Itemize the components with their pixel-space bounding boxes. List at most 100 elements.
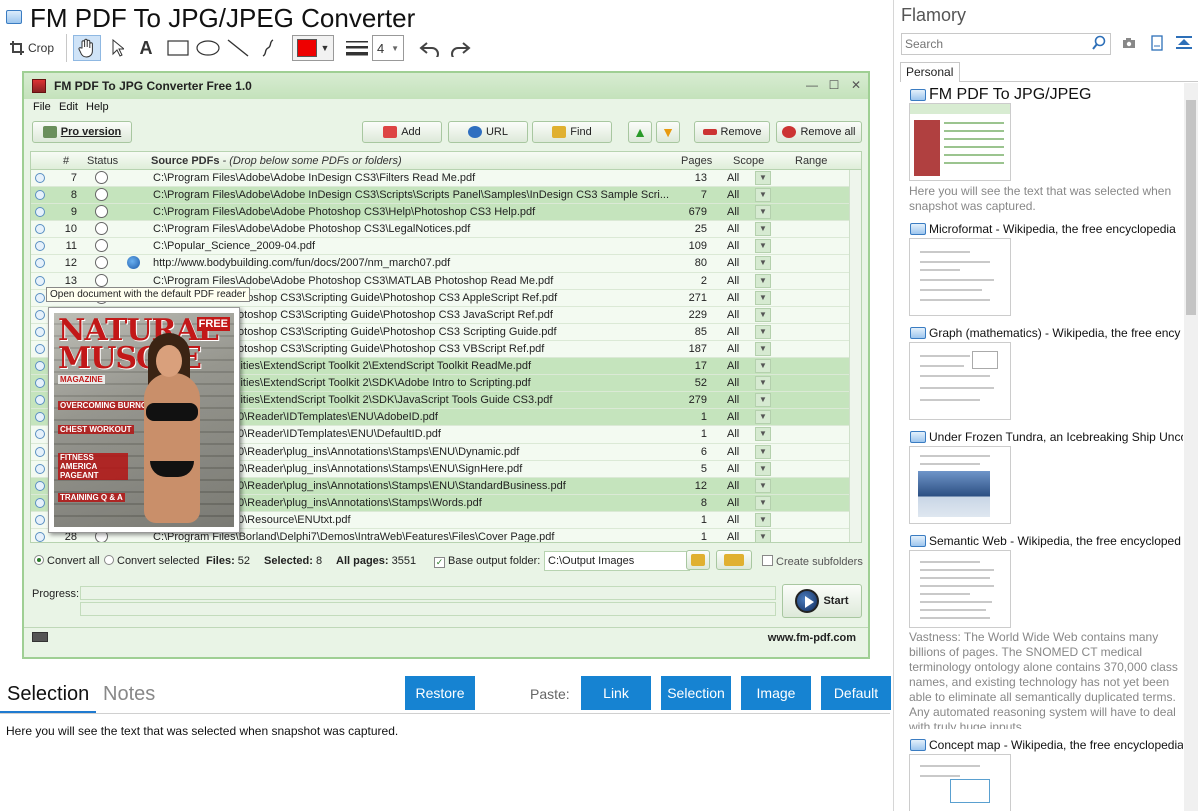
history-entry-title[interactable]: Under Frozen Tundra, an Icebreaking Ship… bbox=[929, 430, 1183, 444]
magnifier-icon[interactable] bbox=[35, 497, 45, 508]
hand-tool-button[interactable] bbox=[73, 35, 101, 61]
base-output-checkbox[interactable]: ✓ Base output folder: bbox=[434, 555, 540, 568]
magnifier-icon[interactable] bbox=[35, 190, 45, 201]
magnifier-icon[interactable] bbox=[35, 207, 45, 218]
chevron-down-icon[interactable]: ▼ bbox=[755, 512, 771, 527]
magnifier-icon[interactable] bbox=[35, 429, 45, 440]
convert-all-radio[interactable]: Convert all bbox=[34, 555, 100, 567]
menu-edit[interactable]: Edit bbox=[59, 101, 78, 113]
history-entry-title[interactable]: Semantic Web - Wikipedia, the free encyc… bbox=[929, 534, 1183, 548]
magnifier-icon[interactable] bbox=[35, 463, 45, 474]
scrollbar-thumb[interactable] bbox=[1186, 100, 1196, 315]
table-row[interactable]: 11 C:\Popular_Science_2009-04.pdf 109 All ▼ bbox=[31, 238, 849, 256]
chevron-down-icon[interactable]: ▼ bbox=[755, 427, 771, 442]
magnifier-icon[interactable] bbox=[35, 326, 45, 337]
add-button[interactable]: Add bbox=[362, 121, 442, 143]
row-scope[interactable]: All bbox=[727, 446, 739, 458]
start-button[interactable]: Start bbox=[782, 584, 862, 618]
output-folder-field[interactable]: C:\Output Images bbox=[544, 551, 690, 571]
row-scope[interactable]: All bbox=[727, 206, 739, 218]
magnifier-icon[interactable] bbox=[35, 480, 45, 491]
magnifier-icon[interactable] bbox=[35, 292, 45, 303]
magnifier-icon[interactable] bbox=[35, 412, 45, 423]
magnifier-icon[interactable] bbox=[35, 378, 45, 389]
tab-personal[interactable]: Personal bbox=[900, 62, 960, 82]
magnifier-icon[interactable] bbox=[35, 361, 45, 372]
website-link[interactable]: www.fm-pdf.com bbox=[768, 632, 856, 644]
chevron-down-icon[interactable]: ▼ bbox=[755, 359, 771, 374]
table-row[interactable]: 9 C:\Program Files\Adobe\Adobe Photoshop … bbox=[31, 204, 849, 222]
row-scope[interactable]: All bbox=[727, 411, 739, 423]
row-scope[interactable]: All bbox=[727, 463, 739, 475]
magnifier-icon[interactable] bbox=[35, 446, 45, 457]
undo-button[interactable] bbox=[416, 35, 444, 61]
table-row[interactable]: 12 http://www.bodybuilding.com/fun/docs/2… bbox=[31, 255, 849, 273]
chevron-down-icon[interactable]: ▼ bbox=[755, 376, 771, 391]
magnifier-icon[interactable] bbox=[35, 224, 45, 235]
ellipse-tool-button[interactable] bbox=[194, 35, 222, 61]
row-scope[interactable]: All bbox=[727, 223, 739, 235]
close-icon[interactable]: ✕ bbox=[848, 78, 864, 92]
paste-image-button[interactable]: Image bbox=[741, 676, 811, 710]
row-scope[interactable]: All bbox=[727, 309, 739, 321]
row-scope[interactable]: All bbox=[727, 326, 739, 338]
history-entry-title[interactable]: FM PDF To JPG/JPEG bbox=[929, 86, 1183, 104]
document-icon[interactable] bbox=[1150, 35, 1164, 51]
magnifier-icon[interactable] bbox=[35, 514, 45, 525]
history-thumbnail[interactable] bbox=[909, 446, 1011, 524]
open-folder-button[interactable] bbox=[716, 550, 752, 570]
chevron-down-icon[interactable]: ▼ bbox=[755, 410, 771, 425]
paste-link-button[interactable]: Link bbox=[581, 676, 651, 710]
row-scope[interactable]: All bbox=[727, 240, 739, 252]
chevron-down-icon[interactable]: ▼ bbox=[755, 307, 771, 322]
row-scope[interactable]: All bbox=[727, 428, 739, 440]
row-scope[interactable]: All bbox=[727, 172, 739, 184]
pane-divider[interactable] bbox=[893, 0, 894, 811]
menu-help[interactable]: Help bbox=[86, 101, 109, 113]
history-thumbnail[interactable] bbox=[909, 238, 1011, 316]
freehand-tool-button[interactable] bbox=[256, 35, 280, 61]
table-row[interactable]: 7 C:\Program Files\Adobe\Adobe InDesign C… bbox=[31, 170, 849, 188]
create-subfolders-checkbox[interactable]: Create subfolders bbox=[762, 555, 863, 568]
paste-default-button[interactable]: Default bbox=[821, 676, 891, 710]
chevron-down-icon[interactable]: ▼ bbox=[755, 529, 771, 542]
minimize-icon[interactable]: — bbox=[804, 78, 820, 92]
history-entry-title[interactable]: Microformat - Wikipedia, the free encycl… bbox=[929, 222, 1183, 236]
rectangle-tool-button[interactable] bbox=[164, 35, 192, 61]
camera-icon[interactable] bbox=[1122, 35, 1136, 51]
line-tool-button[interactable] bbox=[224, 35, 252, 61]
row-scope[interactable]: All bbox=[727, 497, 739, 509]
chevron-down-icon[interactable]: ▼ bbox=[755, 444, 771, 459]
search-icon[interactable] bbox=[1092, 35, 1106, 51]
move-up-button[interactable]: ▲ bbox=[628, 121, 652, 143]
redo-button[interactable] bbox=[446, 35, 474, 61]
chevron-down-icon[interactable]: ▼ bbox=[755, 239, 771, 254]
chevron-down-icon[interactable]: ▼ bbox=[755, 290, 771, 305]
restore-button[interactable]: Restore bbox=[405, 676, 475, 710]
row-scope[interactable]: All bbox=[727, 189, 739, 201]
chevron-down-icon[interactable]: ▼ bbox=[755, 171, 771, 185]
row-scope[interactable]: All bbox=[727, 275, 739, 287]
chevron-down-icon[interactable]: ▼ bbox=[755, 273, 771, 288]
row-scope[interactable]: All bbox=[727, 343, 739, 355]
history-thumbnail[interactable] bbox=[909, 103, 1011, 181]
history-thumbnail[interactable] bbox=[909, 342, 1011, 420]
magnifier-icon[interactable] bbox=[35, 258, 45, 269]
maximize-icon[interactable]: ☐ bbox=[826, 78, 842, 92]
color-picker[interactable]: ▼ bbox=[292, 35, 334, 61]
paste-selection-button[interactable]: Selection bbox=[661, 676, 731, 710]
magnifier-icon[interactable] bbox=[35, 531, 45, 542]
collapse-top-icon[interactable] bbox=[1176, 35, 1192, 51]
browse-folder-button[interactable] bbox=[686, 550, 710, 570]
magnifier-icon[interactable] bbox=[35, 343, 45, 354]
remove-button[interactable]: Remove bbox=[694, 121, 770, 143]
tab-selection[interactable]: Selection bbox=[7, 683, 89, 706]
magnifier-icon[interactable] bbox=[35, 309, 45, 320]
remove-all-button[interactable]: Remove all bbox=[776, 121, 862, 143]
row-scope[interactable]: All bbox=[727, 480, 739, 492]
chevron-down-icon[interactable]: ▼ bbox=[755, 478, 771, 493]
chevron-down-icon[interactable]: ▼ bbox=[755, 205, 771, 220]
select-tool-button[interactable] bbox=[106, 35, 130, 61]
magnifier-icon[interactable] bbox=[35, 173, 45, 183]
menu-file[interactable]: File bbox=[33, 101, 51, 113]
